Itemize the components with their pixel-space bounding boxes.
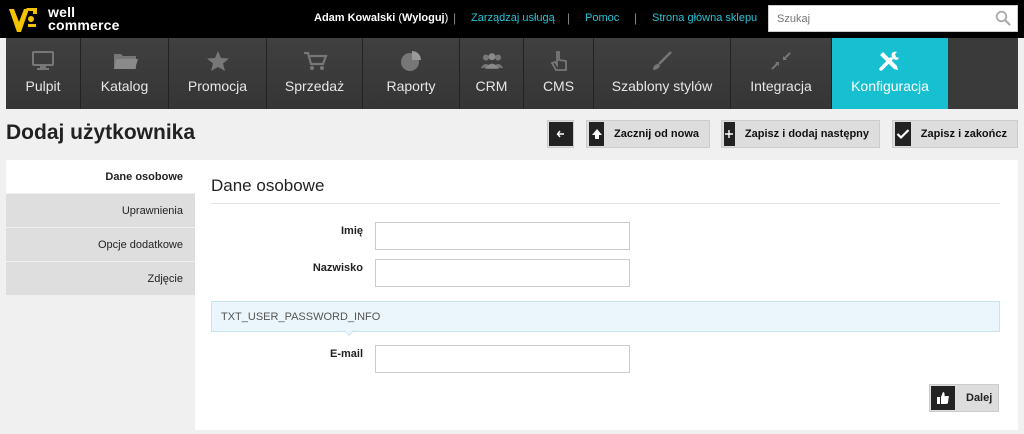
main-nav: Pulpit Katalog Promocja Sprzedaż Raporty… [6, 38, 1018, 109]
manage-service-link[interactable]: Zarządzaj usługą [471, 12, 555, 24]
email-field-wrap [375, 345, 630, 373]
nav-item-raporty[interactable]: Raporty [363, 38, 460, 109]
back-button[interactable] [547, 120, 574, 148]
nav-label: Raporty [386, 78, 436, 94]
pie-chart-icon [401, 51, 421, 71]
nav-item-szablony-stylow[interactable]: Szablony stylów [594, 38, 731, 109]
reset-button[interactable]: Zacznij od nowa [586, 120, 710, 148]
thumbs-up-icon [931, 386, 955, 410]
nav-item-sprzedaz[interactable]: Sprzedaż [267, 38, 363, 109]
users-icon [480, 53, 503, 69]
nav-item-cms[interactable]: CMS [524, 38, 594, 109]
star-icon [206, 51, 229, 71]
logo-text: well commerce [48, 5, 120, 33]
info-pointer-inner [344, 330, 354, 335]
form-panel: Dane osobowe Imię Nazwisko TXT_USER_PASS… [195, 160, 1018, 430]
next-button-label: Dalej [966, 392, 993, 404]
section-title: Dane osobowe [211, 176, 325, 195]
nav-label: Promocja [187, 78, 248, 94]
last-name-field-wrap [375, 259, 630, 287]
separator: | [453, 11, 457, 25]
monitor-icon [32, 51, 54, 70]
sidebar-item-opcje-dodatkowe[interactable]: Opcje dodatkowe [6, 228, 195, 261]
plus-icon [724, 122, 735, 146]
first-name-label: Imię [340, 225, 363, 237]
check-icon [895, 122, 911, 146]
password-info-box: TXT_USER_PASSWORD_INFO [211, 301, 1000, 332]
cart-icon [303, 51, 328, 70]
tools-icon [879, 51, 899, 71]
first-name-input[interactable] [376, 223, 629, 249]
first-name-field-wrap [375, 222, 630, 250]
separator: | [634, 11, 638, 25]
email-label: E-mail [329, 348, 363, 360]
nav-label: Katalog [100, 78, 149, 94]
logo-text-line2: commerce [48, 17, 120, 33]
arrow-left-icon [549, 122, 573, 146]
separator: | [567, 11, 571, 25]
logo[interactable]: well commerce [6, 4, 136, 36]
sidebar-item-zdjecie[interactable]: Zdjęcie [6, 262, 195, 295]
nav-label: Sprzedaż [284, 78, 345, 94]
search-box [768, 5, 1018, 32]
nav-label: CRM [475, 78, 508, 94]
arrow-up-icon [589, 122, 605, 146]
last-name-label: Nazwisko [312, 262, 363, 274]
logout-link[interactable]: Wyloguj [402, 12, 445, 24]
page-title: Dodaj użytkownika [6, 121, 196, 144]
sidebar-item-dane-osobowe[interactable]: Dane osobowe [6, 160, 195, 193]
hand-pointer-icon [550, 51, 567, 71]
sidebar-item-uprawnienia[interactable]: Uprawnienia [6, 194, 195, 227]
nav-label: CMS [542, 78, 575, 94]
save-add-next-button[interactable]: Zapisz i dodaj następny [721, 120, 880, 148]
top-bar: well commerce Adam Kowalski (Wyloguj) | … [0, 0, 1024, 38]
nav-item-katalog[interactable]: Katalog [81, 38, 169, 109]
last-name-input[interactable] [376, 260, 629, 286]
save-add-next-label: Zapisz i dodaj następny [744, 128, 869, 140]
logout-paren-close: ) [444, 12, 449, 24]
nav-item-crm[interactable]: CRM [460, 38, 524, 109]
brush-icon [653, 51, 672, 70]
email-input[interactable] [376, 346, 629, 372]
search-input[interactable] [769, 6, 979, 31]
compress-arrows-icon [771, 52, 791, 70]
nav-label: Szablony stylów [611, 78, 713, 94]
folder-icon [113, 54, 138, 69]
store-home-link[interactable]: Strona główna sklepu [652, 12, 757, 24]
user-info: Adam Kowalski (Wyloguj) [314, 12, 448, 24]
nav-label: Konfiguracja [851, 78, 929, 94]
nav-item-promocja[interactable]: Promocja [169, 38, 267, 109]
section-divider [211, 203, 1000, 204]
nav-label: Pulpit [25, 78, 61, 94]
save-finish-label: Zapisz i zakończ [920, 128, 1007, 140]
save-finish-button[interactable]: Zapisz i zakończ [892, 120, 1018, 148]
reset-button-label: Zacznij od nowa [614, 128, 699, 140]
next-button[interactable]: Dalej [929, 384, 999, 412]
nav-label: Integracja [750, 78, 812, 94]
help-link[interactable]: Pomoc [585, 12, 619, 24]
search-icon[interactable] [995, 10, 1011, 26]
user-name: Adam Kowalski [314, 12, 396, 24]
nav-item-konfiguracja[interactable]: Konfiguracja [832, 38, 948, 109]
form-sections-sidebar: Dane osobowe Uprawnienia Opcje dodatkowe… [6, 160, 195, 296]
logo-mark-icon [9, 8, 37, 32]
nav-item-integracja[interactable]: Integracja [731, 38, 832, 109]
nav-item-pulpit[interactable]: Pulpit [6, 38, 81, 109]
